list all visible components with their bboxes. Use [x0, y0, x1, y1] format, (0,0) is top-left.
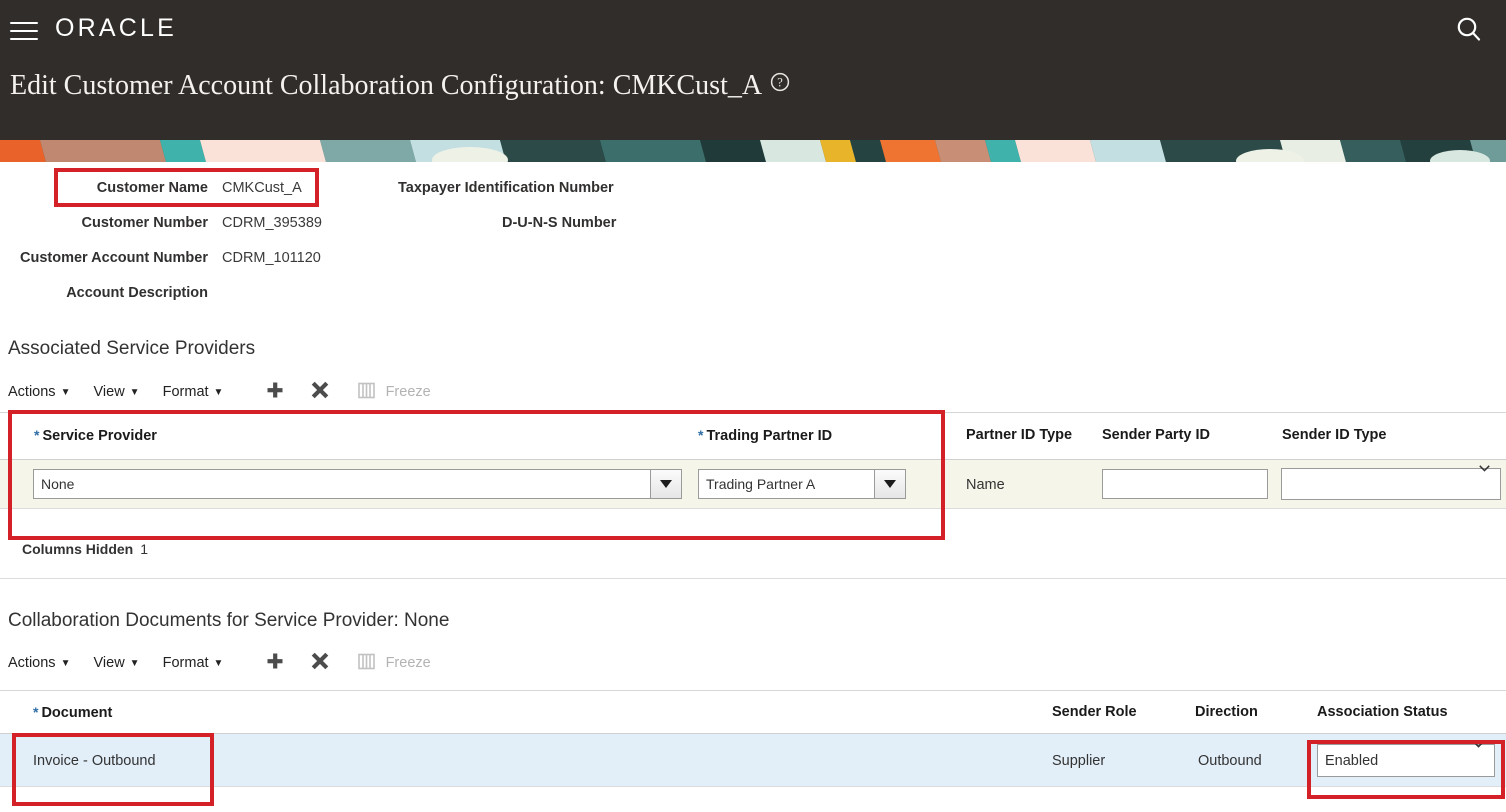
customer-summary: Customer Name CMKCust_A Customer Number CD…	[0, 162, 1506, 322]
providers-freeze-label: Freeze	[385, 383, 431, 400]
providers-columns-hidden-label: Columns Hidden	[22, 541, 134, 557]
trading-partner-id-input[interactable]	[698, 469, 874, 499]
plus-icon[interactable]	[265, 651, 285, 675]
column-header-association-status[interactable]: Association Status	[1317, 704, 1448, 720]
providers-columns-hidden: Columns Hidden 1	[22, 541, 148, 557]
column-header-service-provider[interactable]: * Service Provider	[34, 427, 157, 444]
documents-format-menu[interactable]: Format ▼	[163, 655, 224, 671]
association-status-select[interactable]: Enabled	[1317, 744, 1495, 777]
triangle-down-icon	[660, 480, 672, 488]
decorative-banner	[0, 140, 1506, 162]
service-provider-dropdown-button[interactable]	[650, 469, 682, 499]
page-root: ORACLE Edit Customer Account Collaborati…	[0, 0, 1506, 812]
trading-partner-id-dropdown-button[interactable]	[874, 469, 906, 499]
documents-table-toolbar: Actions ▼ View ▼ Format ▼ Freeze	[8, 651, 431, 677]
providers-table-header: * Service Provider * Trading Partner ID Pa…	[0, 412, 1506, 460]
column-header-direction[interactable]: Direction	[1195, 704, 1258, 720]
documents-freeze-button[interactable]: Freeze	[357, 653, 431, 674]
column-header-sender-id-type[interactable]: Sender ID Type	[1282, 427, 1386, 443]
sender-id-type-select[interactable]	[1281, 468, 1501, 500]
global-header: ORACLE Edit Customer Account Collaborati…	[0, 0, 1506, 140]
collaboration-documents-table: * Document Sender Role Direction Associat…	[0, 690, 1506, 787]
documents-actions-menu[interactable]: Actions ▼	[8, 655, 70, 671]
hamburger-menu-icon[interactable]	[10, 16, 38, 42]
chevron-down-icon: ▼	[60, 386, 71, 398]
documents-actions-label: Actions	[8, 654, 56, 671]
required-asterisk-icon: *	[698, 427, 704, 443]
collaboration-documents-title: Collaboration Documents for Service Prov…	[8, 610, 450, 631]
search-icon[interactable]	[1452, 13, 1486, 47]
associated-service-providers-title: Associated Service Providers	[8, 338, 256, 359]
field-customer-name: Customer Name CMKCust_A	[8, 180, 302, 196]
documents-view-label: View	[93, 654, 125, 671]
field-taxpayer-identification-number-label: Taxpayer Identification Number	[398, 180, 614, 196]
providers-format-menu[interactable]: Format ▼	[163, 384, 224, 400]
providers-view-menu[interactable]: View ▼	[94, 384, 140, 400]
associated-service-providers-table: * Service Provider * Trading Partner ID Pa…	[0, 412, 1506, 509]
documents-table-header: * Document Sender Role Direction Associat…	[0, 690, 1506, 734]
column-header-trading-partner-id-label: Trading Partner ID	[706, 428, 833, 444]
triangle-down-icon	[884, 480, 896, 488]
field-account-description: Account Description	[8, 285, 222, 301]
providers-table-row[interactable]: Name	[0, 460, 1506, 509]
partner-id-type-value: Name	[966, 477, 1005, 493]
field-customer-name-label: Customer Name	[96, 180, 208, 196]
freeze-columns-icon	[357, 382, 379, 403]
service-provider-input[interactable]	[33, 469, 650, 499]
documents-format-label: Format	[162, 654, 209, 671]
required-asterisk-icon: *	[33, 704, 39, 720]
providers-columns-hidden-count: 1	[140, 541, 149, 557]
chevron-down-icon: ▼	[129, 657, 140, 669]
providers-actions-label: Actions	[8, 383, 56, 400]
chevron-down-icon: ▼	[129, 386, 140, 398]
close-x-icon[interactable]	[310, 380, 330, 404]
service-provider-combobox[interactable]	[33, 469, 682, 499]
documents-table-row[interactable]: Invoice - Outbound Supplier Outbound Ena…	[0, 734, 1506, 787]
svg-text:?: ?	[777, 76, 783, 90]
field-customer-account-number-value: CDRM_101120	[222, 250, 321, 266]
document-value: Invoice - Outbound	[33, 753, 156, 769]
field-customer-number: Customer Number CDRM_395389	[8, 215, 322, 231]
providers-actions-menu[interactable]: Actions ▼	[8, 384, 70, 400]
documents-view-menu[interactable]: View ▼	[94, 655, 140, 671]
field-taxpayer-identification-number: Taxpayer Identification Number	[398, 180, 614, 196]
providers-format-label: Format	[162, 383, 209, 400]
field-customer-number-label: Customer Number	[81, 215, 209, 231]
oracle-logo: ORACLE	[55, 14, 178, 42]
field-duns-number: D-U-N-S Number	[502, 215, 616, 231]
page-title: Edit Customer Account Collaboration Conf…	[10, 68, 790, 102]
sender-role-value: Supplier	[1052, 753, 1106, 769]
column-header-partner-id-type[interactable]: Partner ID Type	[966, 427, 1072, 443]
close-x-icon[interactable]	[310, 651, 330, 675]
column-header-trading-partner-id[interactable]: * Trading Partner ID	[698, 427, 832, 444]
column-header-document-label: Document	[41, 705, 113, 721]
page-title-text: Edit Customer Account Collaboration Conf…	[10, 70, 763, 101]
providers-table-toolbar: Actions ▼ View ▼ Format ▼ Freeze	[8, 380, 431, 406]
field-customer-account-number: Customer Account Number CDRM_101120	[8, 250, 321, 266]
chevron-down-icon: ▼	[213, 657, 224, 669]
help-circle-icon[interactable]: ?	[770, 68, 790, 100]
field-customer-name-value: CMKCust_A	[222, 180, 302, 196]
required-asterisk-icon: *	[34, 427, 40, 443]
freeze-columns-icon	[357, 653, 379, 674]
chevron-down-icon: ▼	[213, 386, 224, 398]
providers-freeze-button[interactable]: Freeze	[357, 382, 431, 403]
trading-partner-id-combobox[interactable]	[698, 469, 906, 499]
plus-icon[interactable]	[265, 380, 285, 404]
direction-value: Outbound	[1198, 753, 1262, 769]
field-customer-account-number-label: Customer Account Number	[20, 250, 208, 266]
column-header-sender-party-id[interactable]: Sender Party ID	[1102, 427, 1210, 443]
chevron-down-icon: ▼	[60, 657, 71, 669]
field-customer-number-value: CDRM_395389	[222, 215, 322, 231]
field-account-description-label: Account Description	[66, 285, 208, 301]
column-header-sender-role[interactable]: Sender Role	[1052, 704, 1137, 720]
column-header-document[interactable]: * Document	[33, 704, 112, 721]
providers-view-label: View	[93, 383, 125, 400]
column-header-service-provider-label: Service Provider	[42, 428, 157, 444]
documents-freeze-label: Freeze	[385, 654, 431, 671]
field-duns-number-label: D-U-N-S Number	[502, 215, 617, 231]
sender-party-id-input[interactable]	[1102, 469, 1268, 499]
section-divider	[0, 578, 1506, 579]
